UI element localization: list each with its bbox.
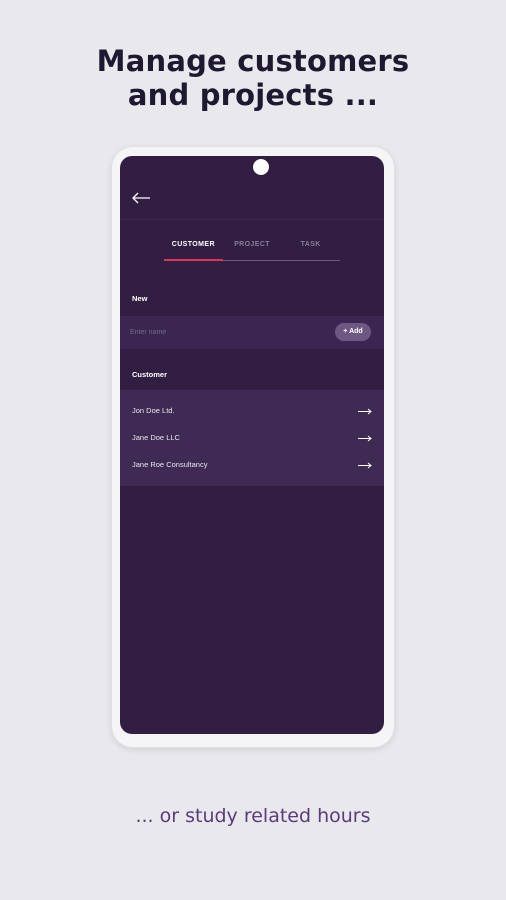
headline-line-2: and projects ... bbox=[127, 78, 379, 112]
new-customer-row: + Add bbox=[120, 316, 384, 349]
headline-line-1: Manage customers bbox=[96, 44, 410, 78]
list-item-customer[interactable]: Jon Doe Ltd. bbox=[120, 397, 384, 424]
topbar-divider bbox=[120, 219, 384, 220]
customer-name: Jon Doe Ltd. bbox=[132, 406, 175, 415]
list-item-customer[interactable]: Jane Doe LLC bbox=[120, 424, 384, 451]
new-section-label: New bbox=[132, 294, 148, 303]
tab-task[interactable]: TASK bbox=[281, 238, 340, 260]
customer-name: Jane Doe LLC bbox=[132, 433, 180, 442]
headline: Manage customers and projects ... bbox=[0, 44, 506, 112]
arrow-right-icon bbox=[358, 408, 372, 415]
arrow-left-icon[interactable] bbox=[130, 191, 152, 205]
tab-project[interactable]: PROJECT bbox=[223, 238, 282, 260]
phone-frame: CUSTOMER PROJECT TASK New + Add Customer… bbox=[111, 146, 395, 748]
add-button[interactable]: + Add bbox=[335, 323, 371, 341]
camera-icon bbox=[253, 159, 269, 175]
tab-customer[interactable]: CUSTOMER bbox=[164, 238, 223, 261]
app-screen: CUSTOMER PROJECT TASK New + Add Customer… bbox=[120, 156, 384, 734]
list-item-customer[interactable]: Jane Roe Consultancy bbox=[120, 451, 384, 478]
tab-bar: CUSTOMER PROJECT TASK bbox=[164, 238, 340, 261]
name-input[interactable] bbox=[130, 325, 310, 339]
arrow-right-icon bbox=[358, 462, 372, 469]
tagline: ... or study related hours bbox=[135, 805, 371, 827]
arrow-right-icon bbox=[358, 435, 372, 442]
customer-list: Jon Doe Ltd. Jane Doe LLC Jane Roe Consu… bbox=[120, 390, 384, 486]
customer-section-label: Customer bbox=[132, 370, 168, 379]
customer-name: Jane Roe Consultancy bbox=[132, 460, 208, 469]
